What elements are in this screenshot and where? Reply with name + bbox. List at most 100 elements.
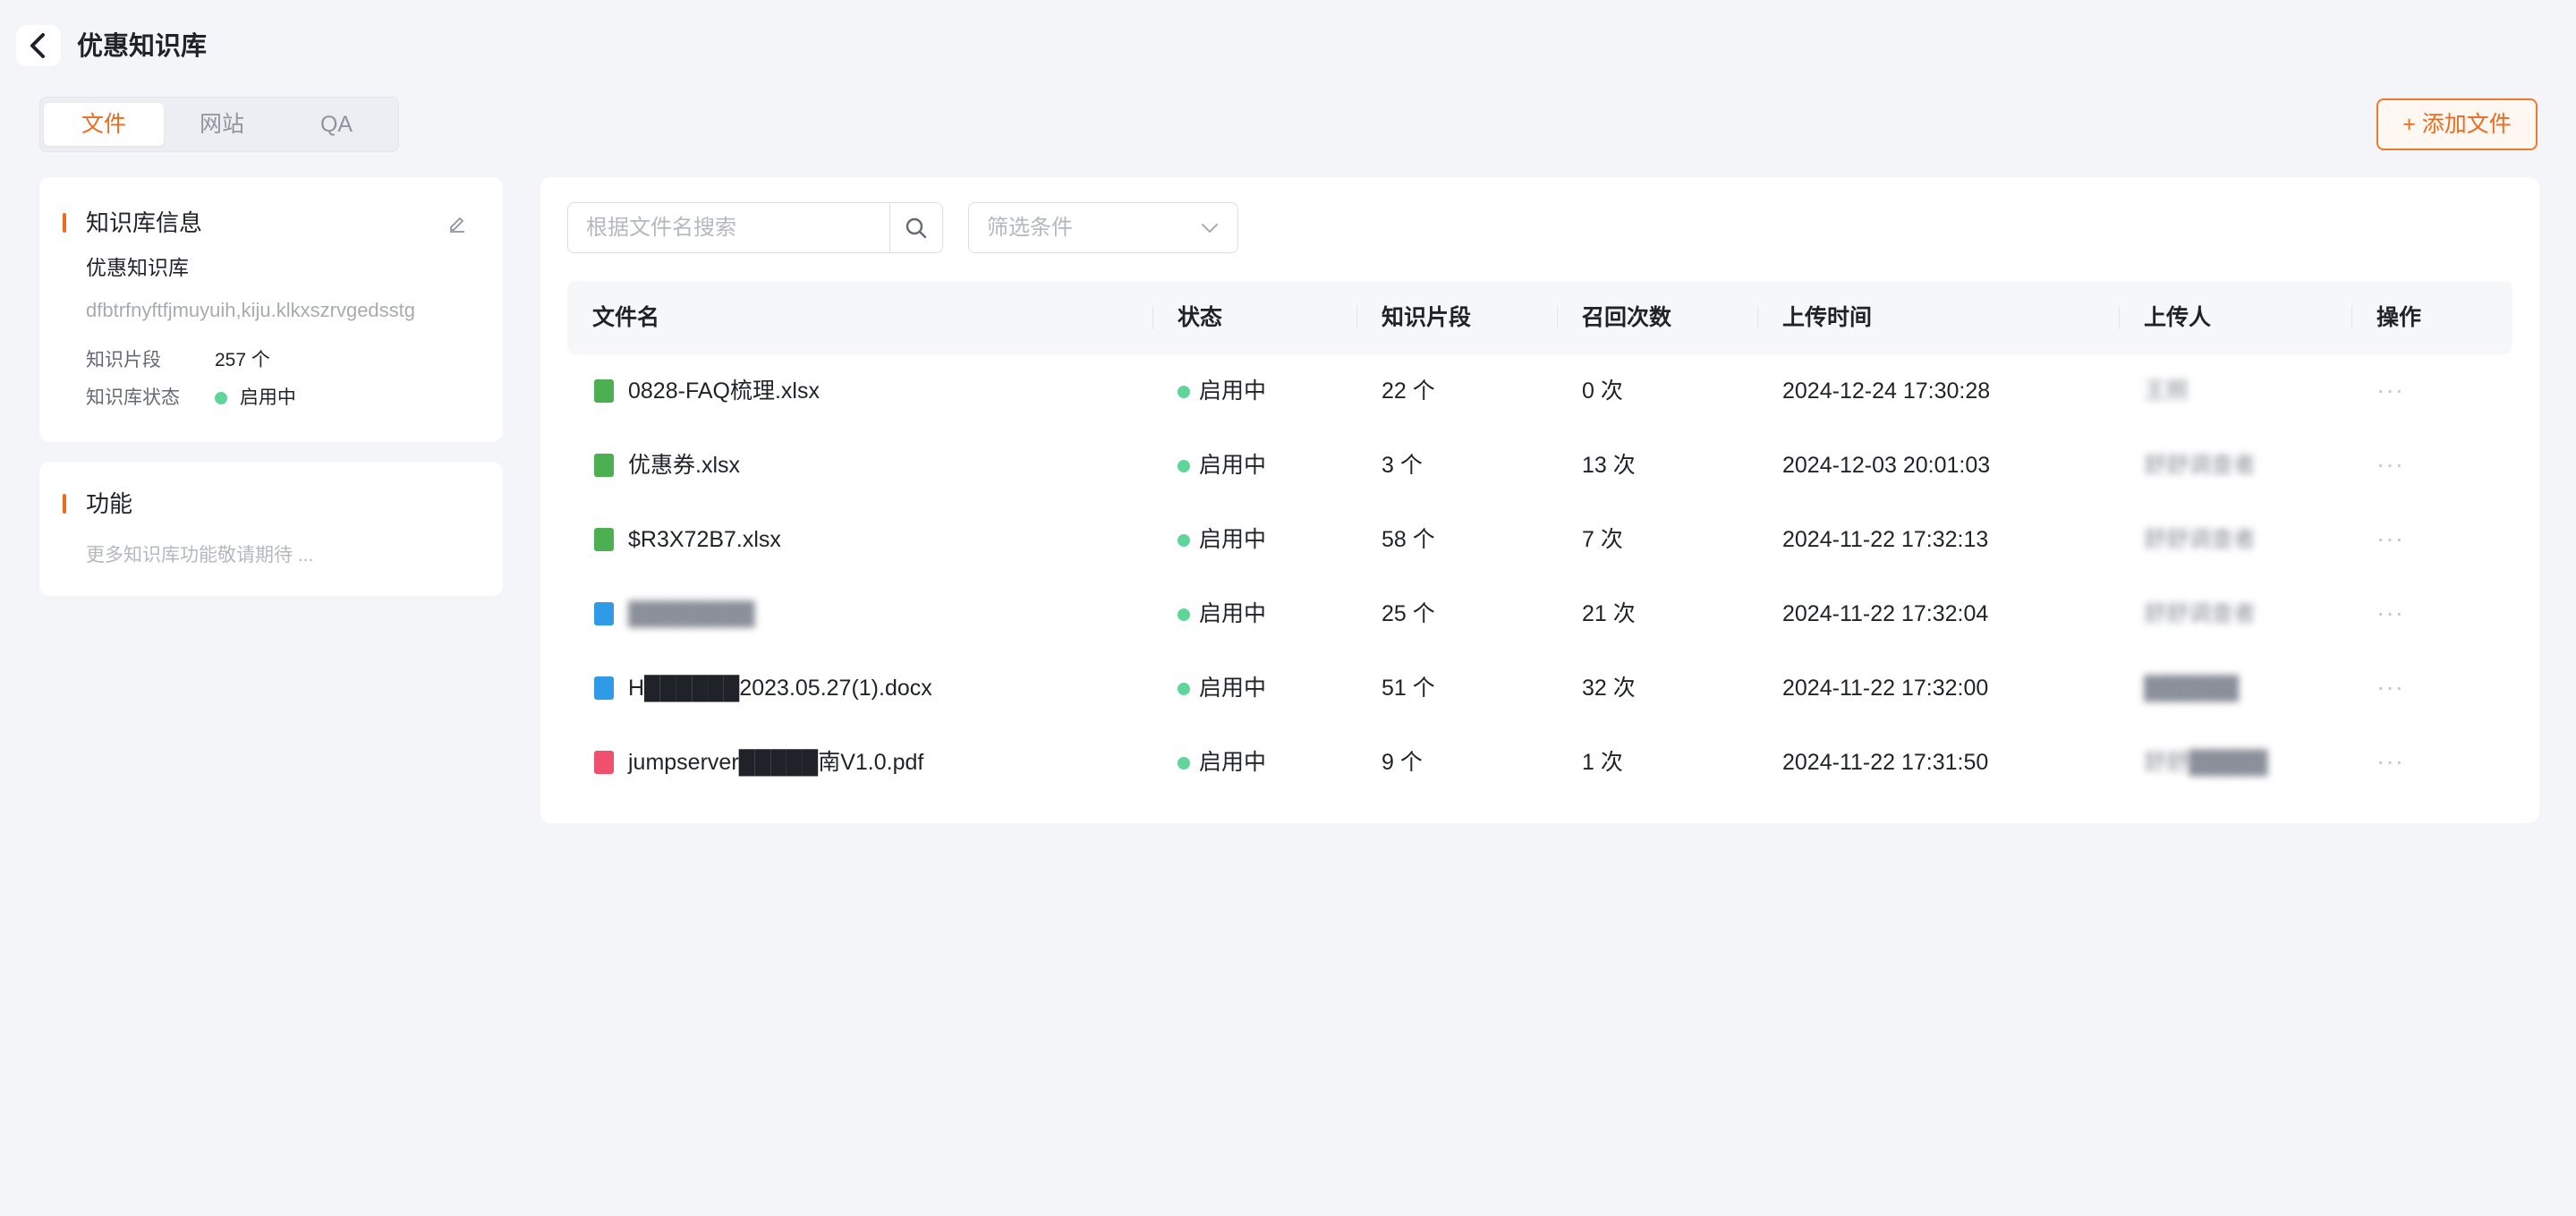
- column-divider: [2119, 306, 2120, 329]
- table-row[interactable]: 0828-FAQ梳理.xlsx 启用中 22 个 0 次 2024-12-24 …: [567, 354, 2512, 429]
- file-name[interactable]: H██████2023.05.27(1).docx: [628, 673, 932, 703]
- recalls: 1 次: [1582, 750, 1623, 775]
- fragments-value: 257 个: [215, 350, 270, 370]
- fragments: 3 个: [1382, 453, 1423, 478]
- status-text: 启用中: [1199, 750, 1267, 775]
- col-filename: 文件名: [592, 305, 660, 330]
- file-name[interactable]: jumpserver█████南V1.0.pdf: [628, 747, 923, 778]
- col-uploader: 上传人: [2144, 305, 2212, 330]
- kb-name: 优惠知识库: [86, 256, 189, 279]
- fragments: 9 个: [1382, 750, 1423, 775]
- row-status: 启用中: [1177, 524, 1266, 555]
- status-label: 知识库状态: [86, 387, 180, 408]
- file-name[interactable]: ████████: [628, 599, 755, 629]
- kb-info-card: 知识库信息 优惠知识库 dfbtrfnyftfjmuyuih,kiju.klkx…: [39, 177, 503, 442]
- upload-time: 2024-11-22 17:31:50: [1782, 750, 1989, 775]
- more-actions-icon[interactable]: ···: [2376, 524, 2404, 553]
- status-value: 启用中: [239, 387, 296, 408]
- file-name[interactable]: $R3X72B7.xlsx: [628, 524, 781, 555]
- more-actions-icon[interactable]: ···: [2376, 673, 2404, 702]
- table-row[interactable]: ████████ 启用中 25 个 21 次 2024-11-22 17:32:…: [567, 577, 2512, 651]
- recalls: 21 次: [1582, 601, 1636, 626]
- table-row[interactable]: H██████2023.05.27(1).docx 启用中 51 个 32 次 …: [567, 651, 2512, 726]
- fragments: 25 个: [1382, 601, 1435, 626]
- kb-status: 启用中: [215, 385, 296, 412]
- status-dot: [215, 392, 227, 405]
- upload-time: 2024-12-03 20:01:03: [1782, 453, 1991, 478]
- kb-description: dfbtrfnyftfjmuyuih,kiju.klkxszrvgedsstg: [86, 299, 416, 321]
- table-row[interactable]: $R3X72B7.xlsx 启用中 58 个 7 次 2024-11-22 17…: [567, 503, 2512, 577]
- more-actions-icon[interactable]: ···: [2376, 450, 2404, 479]
- recalls: 32 次: [1582, 676, 1636, 701]
- more-actions-icon[interactable]: ···: [2376, 599, 2404, 627]
- col-actions: 操作: [2376, 305, 2422, 330]
- search-input[interactable]: [570, 205, 901, 251]
- status-text: 启用中: [1199, 527, 1267, 552]
- fragments: 22 个: [1382, 378, 1435, 404]
- status-dot: [1177, 460, 1190, 473]
- status-dot: [1177, 608, 1190, 622]
- column-divider: [1757, 306, 1758, 329]
- status-dot: [1177, 683, 1190, 696]
- uploader: 王照: [2144, 378, 2189, 404]
- feature-title: 功能: [86, 490, 133, 517]
- uploader: 舒舒调查者: [2144, 601, 2257, 626]
- more-actions-icon[interactable]: ···: [2376, 747, 2404, 776]
- column-divider: [1152, 306, 1153, 329]
- edit-icon[interactable]: [444, 209, 471, 236]
- docx-file-icon: [594, 602, 614, 625]
- column-divider: [1356, 306, 1357, 329]
- fragments-label: 知识片段: [86, 350, 161, 370]
- xlsx-file-icon: [594, 379, 614, 403]
- feature-placeholder: 更多知识库功能敬请期待 ...: [86, 545, 314, 565]
- kb-info-title: 知识库信息: [86, 209, 203, 236]
- row-status: 启用中: [1177, 673, 1266, 703]
- more-actions-icon[interactable]: ···: [2376, 376, 2404, 404]
- add-file-button[interactable]: + 添加文件: [2376, 98, 2538, 150]
- tab-qa[interactable]: QA: [280, 103, 393, 146]
- tab-files[interactable]: 文件: [44, 103, 164, 146]
- table-row[interactable]: 优惠券.xlsx 启用中 3 个 13 次 2024-12-03 20:01:0…: [567, 429, 2512, 503]
- xlsx-file-icon: [594, 528, 614, 551]
- pdf-file-icon: [594, 751, 614, 774]
- file-name[interactable]: 0828-FAQ梳理.xlsx: [628, 376, 820, 406]
- tab-websites[interactable]: 网站: [164, 103, 280, 146]
- uploader: 舒舒调查者: [2144, 527, 2257, 552]
- status-dot: [1177, 386, 1190, 399]
- page-title: 优惠知识库: [77, 32, 208, 61]
- uploader: 舒舒调查者: [2144, 453, 2257, 478]
- status-text: 启用中: [1199, 601, 1267, 626]
- tab-bar: 文件 网站 QA: [39, 97, 399, 152]
- feature-card: 功能 更多知识库功能敬请期待 ...: [39, 462, 503, 596]
- status-dot: [1177, 757, 1190, 770]
- col-upload-time: 上传时间: [1782, 305, 1873, 330]
- upload-time: 2024-11-22 17:32:13: [1782, 527, 1989, 552]
- filter-placeholder: 筛选条件: [987, 216, 1073, 240]
- search-button[interactable]: [889, 203, 942, 252]
- fragments: 51 个: [1382, 676, 1435, 701]
- uploader: 舒舒█████: [2144, 750, 2268, 775]
- section-marker: [63, 213, 66, 233]
- recalls: 7 次: [1582, 527, 1623, 552]
- file-name[interactable]: 优惠券.xlsx: [628, 450, 740, 480]
- col-fragments: 知识片段: [1382, 305, 1472, 330]
- upload-time: 2024-11-22 17:32:04: [1782, 601, 1989, 626]
- row-status: 启用中: [1177, 747, 1266, 778]
- back-button[interactable]: [16, 25, 61, 66]
- row-status: 启用中: [1177, 376, 1266, 406]
- col-recalls: 召回次数: [1582, 305, 1672, 330]
- upload-time: 2024-12-24 17:30:28: [1782, 378, 1991, 404]
- search-icon: [905, 217, 927, 238]
- filter-select[interactable]: 筛选条件: [968, 202, 1238, 253]
- table-row[interactable]: jumpserver█████南V1.0.pdf 启用中 9 个 1 次 202…: [567, 726, 2512, 800]
- col-status: 状态: [1177, 305, 1223, 330]
- status-text: 启用中: [1199, 676, 1267, 701]
- recalls: 13 次: [1582, 453, 1636, 478]
- upload-time: 2024-11-22 17:32:00: [1782, 676, 1989, 701]
- row-status: 启用中: [1177, 450, 1266, 480]
- status-text: 启用中: [1199, 453, 1267, 478]
- column-divider: [1557, 306, 1558, 329]
- status-dot: [1177, 534, 1190, 548]
- section-marker: [63, 494, 66, 514]
- chevron-down-icon: [1202, 224, 1218, 233]
